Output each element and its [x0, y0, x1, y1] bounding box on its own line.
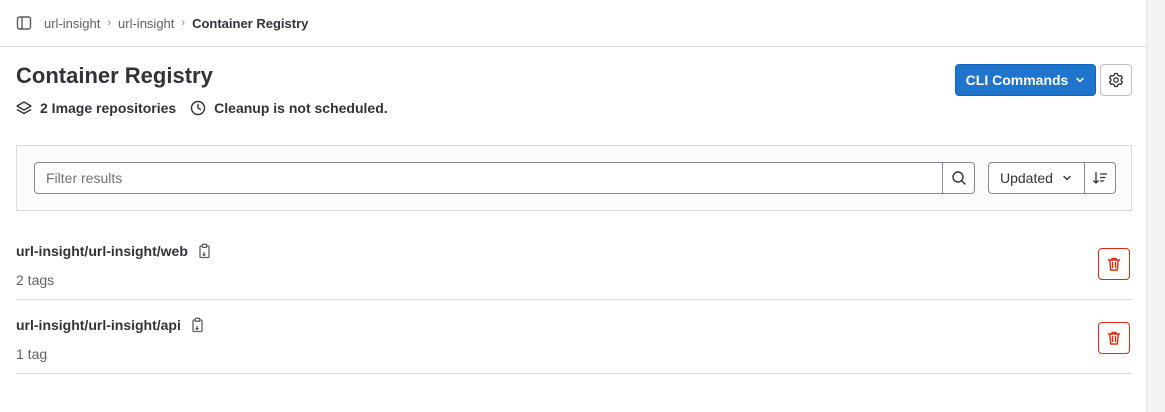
- page-scrollbar[interactable]: [1146, 0, 1165, 412]
- sort-dropdown[interactable]: Updated: [988, 162, 1085, 194]
- filter-search-box: [34, 162, 975, 194]
- gear-icon: [1108, 72, 1124, 88]
- trash-icon: [1106, 256, 1122, 272]
- chevron-right-icon: ›: [107, 17, 112, 29]
- clock-icon: [190, 100, 206, 116]
- cli-commands-button[interactable]: CLI Commands: [955, 64, 1096, 96]
- cleanup-label: Cleanup is not scheduled.: [214, 100, 388, 116]
- repo-tag-count: 2 tags: [16, 272, 55, 288]
- delete-repository-button[interactable]: [1098, 322, 1130, 354]
- settings-button[interactable]: [1100, 64, 1132, 96]
- repo-count-label: 2 Image repositories: [40, 100, 177, 116]
- chevron-right-icon: ›: [181, 17, 186, 29]
- registry-meta: 2 Image repositories Cleanup is not sche…: [16, 100, 388, 116]
- repo-tag-count: 1 tag: [16, 346, 48, 362]
- layers-icon: [16, 100, 32, 116]
- breadcrumb-current[interactable]: Container Registry: [192, 16, 308, 31]
- filter-input[interactable]: [35, 163, 942, 193]
- repo-count: 2 Image repositories: [16, 100, 176, 116]
- repo-name-line: url-insight/url-insight/api: [16, 317, 206, 333]
- sort-lowest-icon: [1092, 170, 1108, 186]
- repo-name-link[interactable]: url-insight/url-insight/web: [16, 243, 188, 259]
- page-title: Container Registry: [16, 63, 213, 88]
- repo-name-line: url-insight/url-insight/web: [16, 243, 213, 259]
- trash-icon: [1106, 330, 1122, 346]
- chevron-down-icon: [1075, 75, 1085, 85]
- copy-to-clipboard-icon[interactable]: [197, 243, 213, 259]
- filter-bar: Updated: [16, 145, 1132, 211]
- delete-repository-button[interactable]: [1098, 248, 1130, 280]
- sort-dropdown-label: Updated: [1000, 170, 1053, 186]
- list-item: url-insight/url-insight/web 2 tags: [16, 226, 1132, 300]
- cli-commands-label: CLI Commands: [965, 72, 1069, 88]
- chevron-down-icon: [1062, 173, 1072, 183]
- repo-name-link[interactable]: url-insight/url-insight/api: [16, 317, 181, 333]
- list-item: url-insight/url-insight/api 1 tag: [16, 300, 1132, 374]
- breadcrumb-item-project[interactable]: url-insight: [118, 16, 174, 31]
- copy-to-clipboard-icon[interactable]: [190, 317, 206, 333]
- cleanup-status: Cleanup is not scheduled.: [190, 100, 388, 116]
- breadcrumb: url-insight › url-insight › Container Re…: [44, 16, 308, 31]
- top-bar: url-insight › url-insight › Container Re…: [0, 0, 1147, 47]
- search-icon: [951, 170, 967, 186]
- sidebar-icon[interactable]: [16, 15, 32, 31]
- sort-direction-button[interactable]: [1084, 162, 1116, 194]
- breadcrumb-item-group[interactable]: url-insight: [44, 16, 100, 31]
- search-button[interactable]: [942, 163, 974, 193]
